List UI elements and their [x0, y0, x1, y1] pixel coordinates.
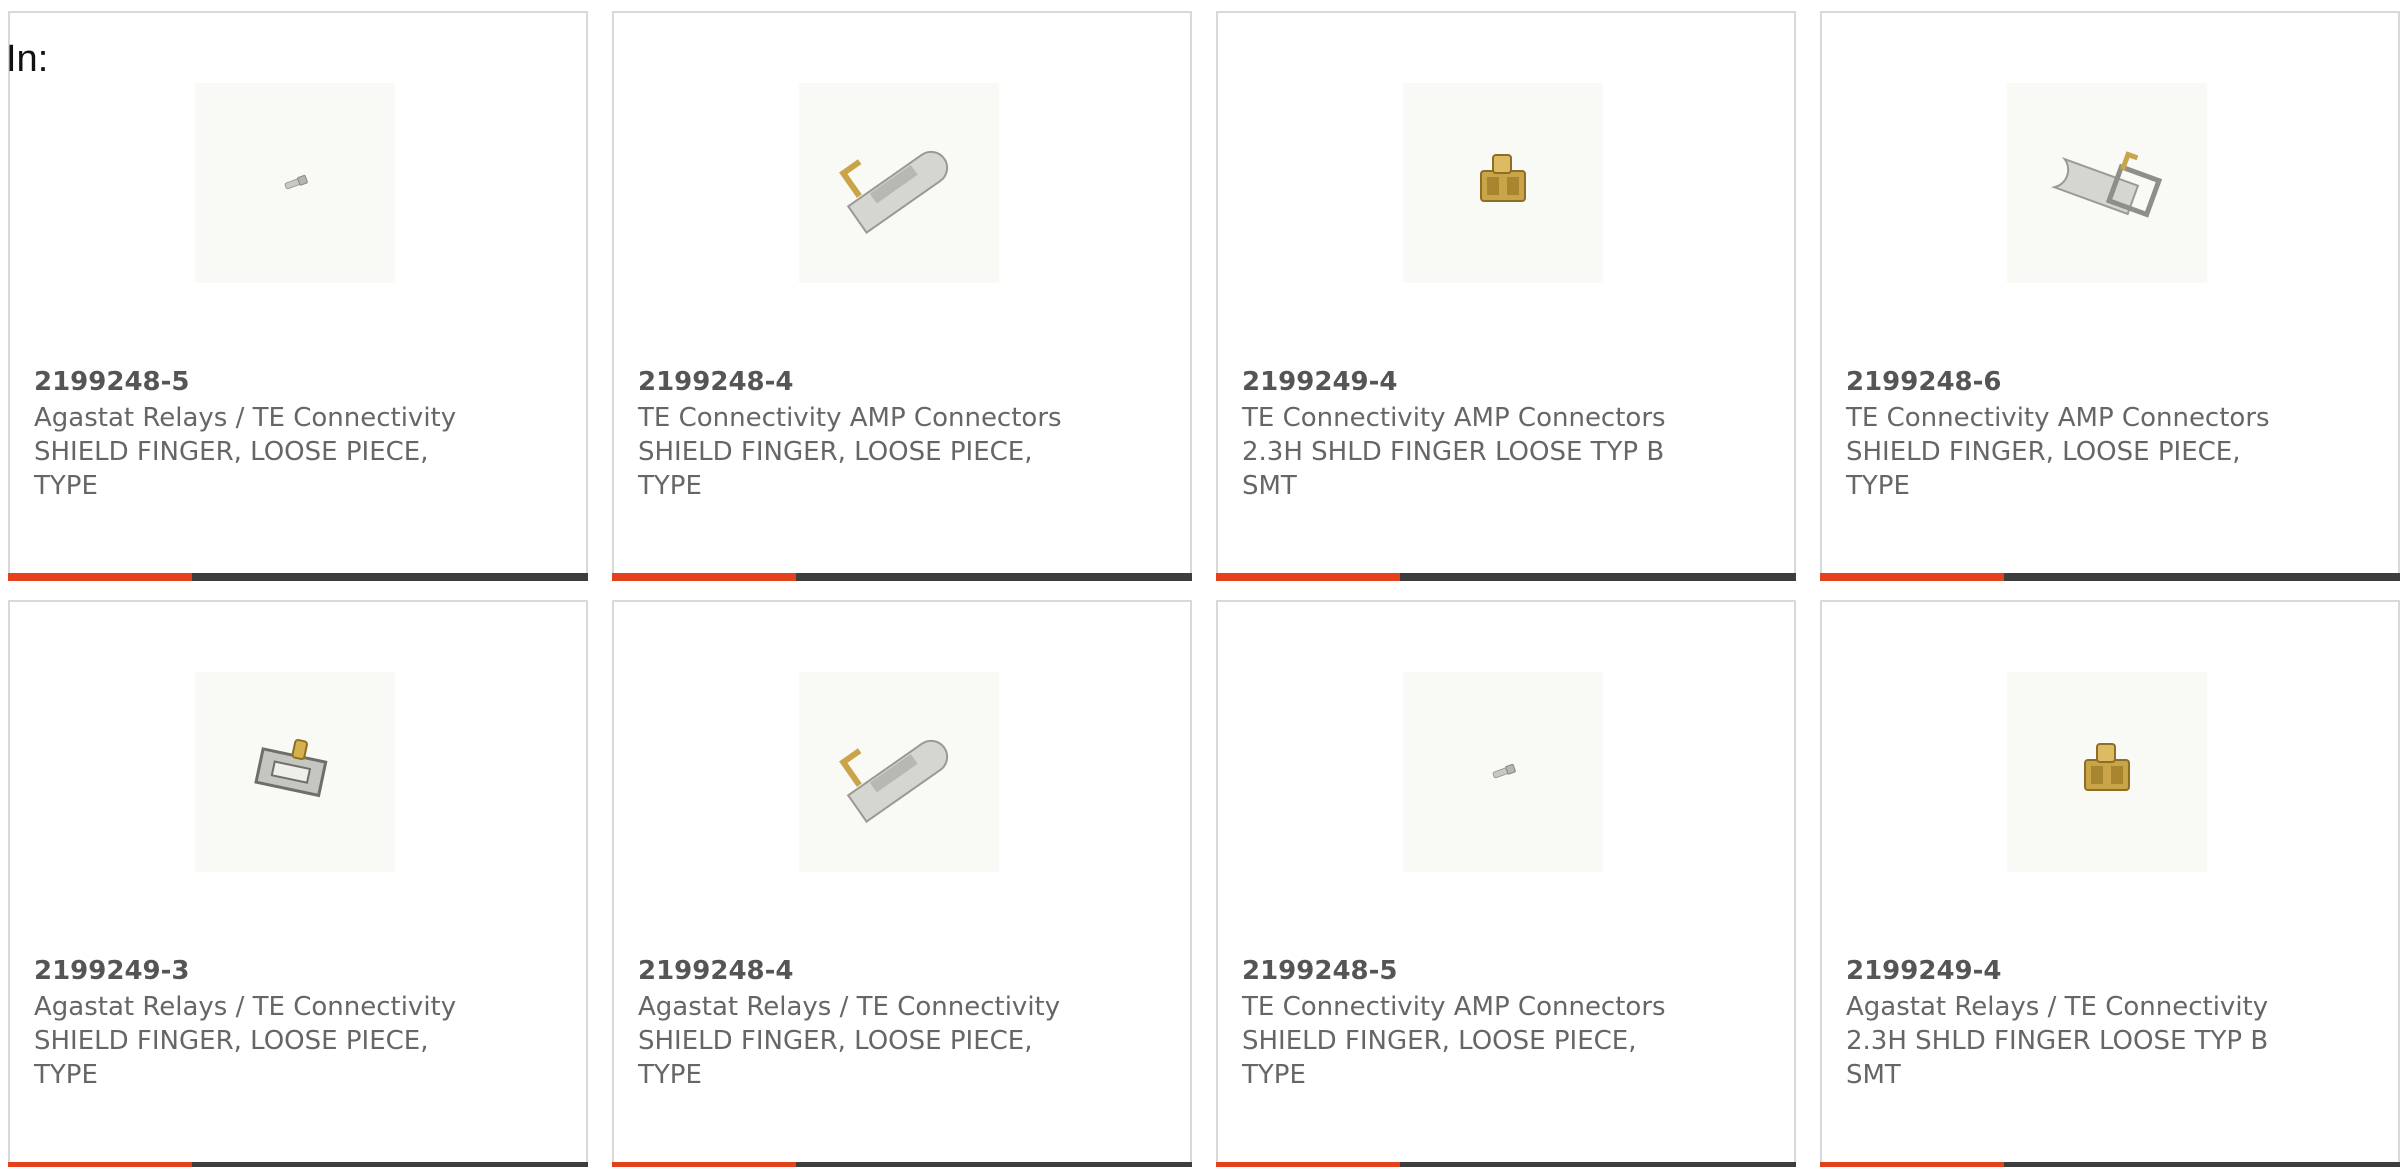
part-number-link[interactable]: 2199248-4 — [638, 954, 794, 988]
product-card[interactable]: 2199249-4 Agastat Relays / TE Connectivi… — [1820, 600, 2400, 1167]
card-footer-bar — [1820, 573, 2400, 581]
manufacturer-label: TE Connectivity AMP Connectors — [1242, 992, 1666, 1022]
card-accent-bar — [1820, 1162, 2004, 1167]
manufacturer-label: Agastat Relays / TE Connectivity — [638, 992, 1061, 1022]
manufacturer-label: Agastat Relays / TE Connectivity — [34, 403, 457, 433]
page-heading: In: — [6, 38, 49, 80]
description-text: 2.3H SHLD FINGER LOOSE TYP B SMT — [1846, 1026, 2269, 1090]
card-accent-bar — [612, 1162, 796, 1167]
part-number-link[interactable]: 2199248-4 — [638, 365, 794, 399]
manufacturer-label: TE Connectivity AMP Connectors — [1846, 403, 2270, 433]
small-shield-finger-icon — [284, 174, 308, 190]
shield-finger-long-icon — [839, 739, 949, 823]
card-accent-bar — [612, 573, 796, 581]
product-image[interactable] — [799, 672, 999, 872]
card-footer-bar — [8, 573, 588, 581]
card-footer-bar — [1216, 1162, 1796, 1167]
product-image[interactable] — [1403, 672, 1603, 872]
part-number-link[interactable]: 2199248-5 — [1242, 954, 1398, 988]
card-accent-bar — [8, 1162, 192, 1167]
product-card[interactable]: 2199248-4 Agastat Relays / TE Connectivi… — [612, 600, 1192, 1167]
gold-shield-finger-icon — [2084, 743, 2130, 791]
product-card[interactable]: 2199248-6 TE Connectivity AMP Connectors… — [1820, 11, 2400, 581]
shield-finger-box-icon — [254, 739, 328, 798]
description-text: SHIELD FINGER, LOOSE PIECE, TYPE — [638, 437, 1033, 501]
part-number-link[interactable]: 2199248-5 — [34, 365, 190, 399]
product-image[interactable] — [195, 83, 395, 283]
gold-shield-finger-icon — [1480, 154, 1526, 202]
card-footer-bar — [1216, 573, 1796, 581]
manufacturer-label: TE Connectivity AMP Connectors — [638, 403, 1062, 433]
card-accent-bar — [1216, 1162, 1400, 1167]
card-accent-bar — [1820, 573, 2004, 581]
manufacturer-label: Agastat Relays / TE Connectivity — [34, 992, 457, 1022]
product-image[interactable] — [1403, 83, 1603, 283]
card-footer-bar — [612, 573, 1192, 581]
description-text: SHIELD FINGER, LOOSE PIECE, TYPE — [638, 1026, 1033, 1090]
part-number-link[interactable]: 2199248-6 — [1846, 365, 2002, 399]
card-footer-bar — [612, 1162, 1192, 1167]
card-footer-bar — [8, 1162, 588, 1167]
part-number-link[interactable]: 2199249-3 — [34, 954, 190, 988]
product-image[interactable] — [2007, 672, 2207, 872]
shield-finger-long-icon — [839, 150, 949, 234]
product-card[interactable]: 2199248-4 TE Connectivity AMP Connectors… — [612, 11, 1192, 581]
card-footer-bar — [1820, 1162, 2400, 1167]
part-number-link[interactable]: 2199249-4 — [1242, 365, 1398, 399]
shield-finger-clip-icon — [2050, 151, 2163, 218]
product-image[interactable] — [2007, 83, 2207, 283]
product-image[interactable] — [799, 83, 999, 283]
product-card[interactable]: 2199249-3 Agastat Relays / TE Connectivi… — [8, 600, 588, 1167]
part-number-link[interactable]: 2199249-4 — [1846, 954, 2002, 988]
manufacturer-label: TE Connectivity AMP Connectors — [1242, 403, 1666, 433]
card-accent-bar — [1216, 573, 1400, 581]
product-card[interactable]: 2199249-4 TE Connectivity AMP Connectors… — [1216, 11, 1796, 581]
product-card[interactable]: 2199248-5 Agastat Relays / TE Connectivi… — [8, 11, 588, 581]
description-text: SHIELD FINGER, LOOSE PIECE, TYPE — [1846, 437, 2241, 501]
description-text: SHIELD FINGER, LOOSE PIECE, TYPE — [34, 1026, 429, 1090]
description-text: SHIELD FINGER, LOOSE PIECE, TYPE — [34, 437, 429, 501]
description-text: 2.3H SHLD FINGER LOOSE TYP B SMT — [1242, 437, 1665, 501]
small-shield-finger-icon — [1492, 763, 1516, 779]
description-text: SHIELD FINGER, LOOSE PIECE, TYPE — [1242, 1026, 1637, 1090]
product-image[interactable] — [195, 672, 395, 872]
product-card[interactable]: 2199248-5 TE Connectivity AMP Connectors… — [1216, 600, 1796, 1167]
manufacturer-label: Agastat Relays / TE Connectivity — [1846, 992, 2269, 1022]
card-accent-bar — [8, 573, 192, 581]
